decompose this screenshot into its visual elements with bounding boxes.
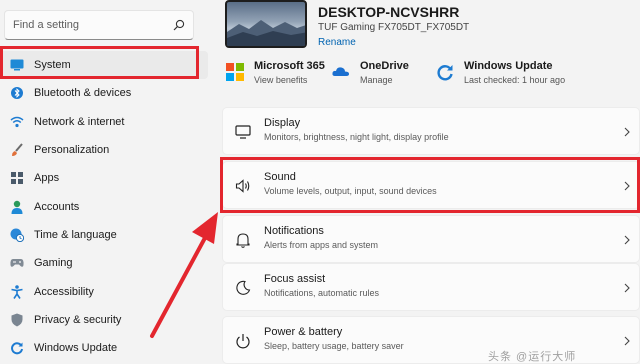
sidebar-item-label: Bluetooth & devices xyxy=(34,87,132,100)
chevron-right-icon xyxy=(624,336,630,346)
card-subtitle: Notifications, automatic rules xyxy=(264,288,380,298)
chevron-right-icon xyxy=(624,283,630,293)
sidebar-item-personalization[interactable]: Personalization xyxy=(0,136,208,164)
cloud-icon xyxy=(332,67,350,76)
sidebar-item-label: Windows Update xyxy=(34,342,118,355)
mountain-landscape-image xyxy=(227,20,305,46)
sidebar-item-accessibility[interactable]: Accessibility xyxy=(0,277,208,305)
shield-icon xyxy=(10,313,24,327)
card-title: Focus assist xyxy=(264,273,326,285)
sidebar-item-label: Time & language xyxy=(34,228,117,241)
chevron-right-icon xyxy=(624,235,630,245)
microsoft-logo-icon xyxy=(226,63,244,81)
wifi-icon xyxy=(10,115,24,129)
device-model: TUF Gaming FX705DT_FX705DT xyxy=(318,22,470,33)
sidebar-item-apps[interactable]: Apps xyxy=(0,164,208,192)
update-icon xyxy=(437,65,453,81)
person-icon xyxy=(10,200,24,214)
quick-link-subtitle: Manage xyxy=(360,75,393,85)
sidebar-nav: System Bluetooth & devices Network & int… xyxy=(0,51,208,362)
settings-card-display[interactable]: Display Monitors, brightness, night ligh… xyxy=(222,107,640,155)
quick-link-title: OneDrive xyxy=(360,60,409,72)
card-title: Power & battery xyxy=(264,326,343,338)
device-name: DESKTOP-NCVSHRR xyxy=(318,4,460,20)
highlight-box-sound xyxy=(220,157,640,213)
highlight-box-system xyxy=(0,46,199,79)
card-subtitle: Sleep, battery usage, battery saver xyxy=(264,341,404,351)
quick-link-subtitle: View benefits xyxy=(254,75,308,85)
watermark: 头条 @运行大师 xyxy=(488,351,577,363)
update-icon xyxy=(10,341,24,355)
sidebar-item-label: Accessibility xyxy=(34,285,94,298)
rename-link[interactable]: Rename xyxy=(318,37,356,48)
settings-card-focus-assist[interactable]: Focus assist Notifications, automatic ru… xyxy=(222,263,640,311)
settings-card-power-battery[interactable]: Power & battery Sleep, battery usage, ba… xyxy=(222,316,640,364)
sidebar: System Bluetooth & devices Network & int… xyxy=(0,0,208,360)
sidebar-item-label: Network & internet xyxy=(34,115,125,128)
moon-icon xyxy=(236,280,251,295)
settings-card-notifications[interactable]: Notifications Alerts from apps and syste… xyxy=(222,215,640,263)
globe-clock-icon xyxy=(10,228,24,242)
quick-link-windows-update[interactable]: Windows Update Last checked: 1 hour ago xyxy=(436,60,565,92)
quick-link-title: Microsoft 365 xyxy=(254,60,325,72)
power-icon xyxy=(236,334,250,349)
sidebar-item-gaming[interactable]: Gaming xyxy=(0,249,208,277)
accessibility-icon xyxy=(10,284,24,299)
sidebar-item-label: Personalization xyxy=(34,144,110,157)
sidebar-item-privacy[interactable]: Privacy & security xyxy=(0,306,208,334)
sidebar-item-bluetooth[interactable]: Bluetooth & devices xyxy=(0,79,208,107)
card-title: Display xyxy=(264,117,301,129)
monitor-icon xyxy=(235,125,251,139)
sidebar-item-network[interactable]: Network & internet xyxy=(0,108,208,136)
desktop-wallpaper-thumbnail xyxy=(225,0,307,48)
quick-link-microsoft-365[interactable]: Microsoft 365 View benefits xyxy=(226,60,325,92)
card-subtitle: Monitors, brightness, night light, displ… xyxy=(264,132,449,142)
quick-link-onedrive[interactable]: OneDrive Manage xyxy=(332,60,409,92)
apps-icon xyxy=(10,171,24,185)
search-box[interactable] xyxy=(4,10,194,40)
bluetooth-icon xyxy=(10,86,24,100)
sidebar-item-windows-update[interactable]: Windows Update xyxy=(0,334,208,362)
bell-icon xyxy=(236,233,250,248)
search-input[interactable] xyxy=(5,11,163,39)
sidebar-item-label: Accounts xyxy=(34,200,80,213)
sidebar-item-label: Gaming xyxy=(34,257,73,270)
quick-link-title: Windows Update xyxy=(464,60,553,72)
sidebar-item-label: Apps xyxy=(34,172,60,185)
card-subtitle: Alerts from apps and system xyxy=(264,240,379,250)
sidebar-item-accounts[interactable]: Accounts xyxy=(0,192,208,220)
chevron-right-icon xyxy=(624,127,630,137)
gamepad-icon xyxy=(10,256,24,270)
sidebar-item-time-language[interactable]: Time & language xyxy=(0,221,208,249)
card-title: Notifications xyxy=(264,225,324,237)
search-icon xyxy=(173,19,185,31)
sidebar-item-label: Privacy & security xyxy=(34,313,122,326)
quick-link-subtitle: Last checked: 1 hour ago xyxy=(464,75,566,85)
main-content: DESKTOP-NCVSHRR TUF Gaming FX705DT_FX705… xyxy=(220,0,640,364)
brush-icon xyxy=(10,143,24,157)
